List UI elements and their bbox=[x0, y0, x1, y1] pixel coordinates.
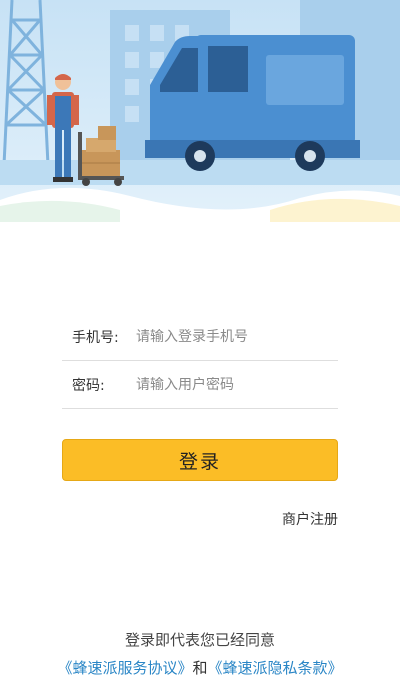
password-input[interactable] bbox=[136, 376, 338, 393]
agreement-conjunction: 和 bbox=[192, 659, 208, 677]
agreement-notice: 登录即代表您已经同意 bbox=[0, 629, 400, 650]
login-button[interactable]: 登录 bbox=[62, 439, 338, 481]
password-label: 密码: bbox=[72, 377, 105, 394]
service-agreement-link[interactable]: 《蜂速派服务协议》 bbox=[57, 659, 192, 677]
merchant-register-link[interactable]: 商户注册 bbox=[282, 509, 338, 529]
password-field-row: 密码: bbox=[62, 361, 338, 409]
delivery-truck bbox=[145, 35, 360, 171]
agreement-links: 《蜂速派服务协议》和《蜂速派隐私条款》 bbox=[0, 657, 400, 678]
login-form: 手机号: 密码: bbox=[62, 313, 338, 409]
phone-label: 手机号: bbox=[72, 329, 119, 346]
phone-field-row: 手机号: bbox=[62, 313, 338, 361]
privacy-policy-link[interactable]: 《蜂速派隐私条款》 bbox=[208, 659, 343, 677]
hero-illustration bbox=[0, 0, 400, 222]
phone-input[interactable] bbox=[136, 328, 338, 345]
agreement-prefix: 登录即代表您已经同意 bbox=[124, 631, 275, 649]
